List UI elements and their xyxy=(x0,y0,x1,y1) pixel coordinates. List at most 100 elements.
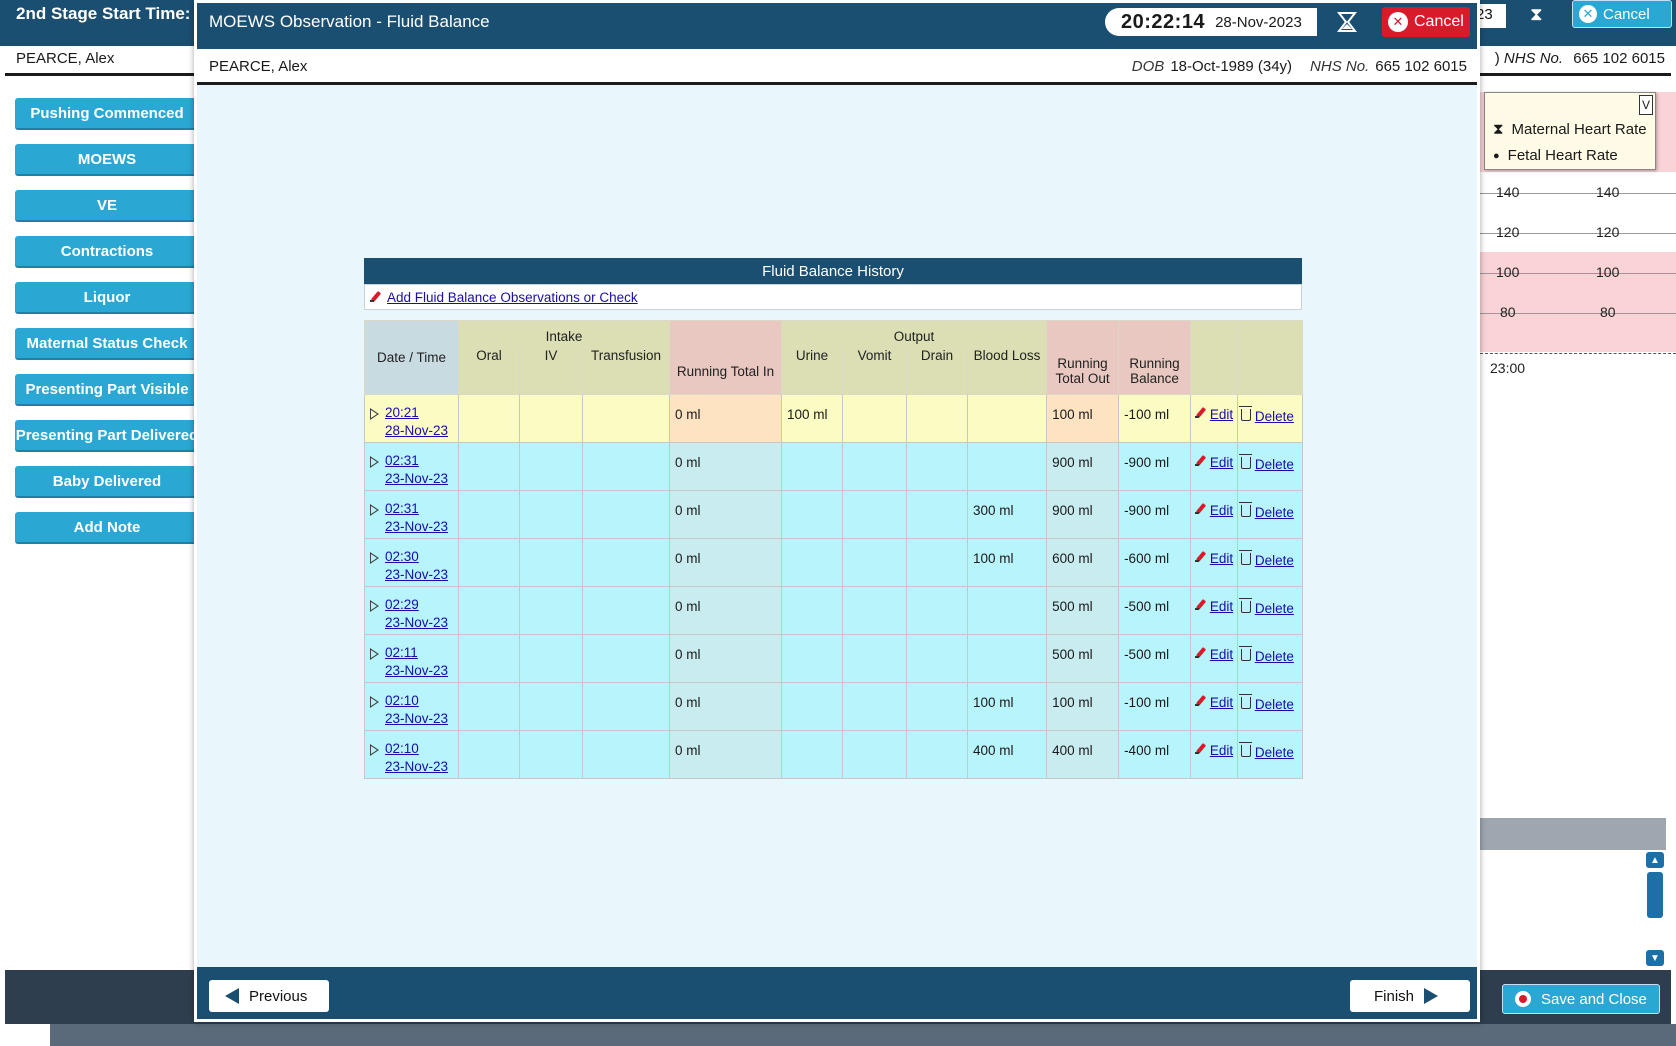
cell-delete: Delete xyxy=(1237,537,1304,587)
edit-link[interactable]: Edit xyxy=(1210,503,1233,518)
expand-row-icon[interactable] xyxy=(370,647,379,660)
sidebar-button-ve[interactable]: VE xyxy=(15,190,199,222)
trash-icon xyxy=(1239,597,1253,613)
table-row: 02:30 23-Nov-23 0 ml 100 ml 600 ml -600 ml Ed… xyxy=(364,537,1304,587)
edit-link[interactable]: Edit xyxy=(1210,599,1233,614)
edit-link[interactable]: Edit xyxy=(1210,695,1233,710)
delete-link[interactable]: Delete xyxy=(1255,505,1294,520)
close-icon: ✕ xyxy=(1388,12,1408,32)
background-scrollbar[interactable]: ▲ ▼ xyxy=(1646,852,1666,968)
edit-link[interactable]: Edit xyxy=(1210,647,1233,662)
sidebar-button-moews[interactable]: MOEWS xyxy=(15,144,199,176)
column-header-running-balance: Running Balance xyxy=(1118,320,1192,395)
cell-vomit xyxy=(842,537,908,587)
scroll-up-icon[interactable]: ▲ xyxy=(1646,852,1664,868)
expand-row-icon[interactable] xyxy=(370,695,379,708)
scroll-thumb[interactable] xyxy=(1647,872,1663,918)
row-time-link[interactable]: 02:11 xyxy=(385,645,418,660)
edit-link[interactable]: Edit xyxy=(1210,743,1233,758)
save-and-close-button[interactable]: Save and Close xyxy=(1502,984,1660,1014)
row-time-link[interactable]: 02:31 xyxy=(385,501,419,516)
cell-drain xyxy=(906,633,969,683)
cell-oral xyxy=(458,441,520,491)
edit-link[interactable]: Edit xyxy=(1210,551,1233,566)
cell-drain xyxy=(906,441,969,491)
cell-iv xyxy=(519,633,583,683)
finish-button[interactable]: Finish xyxy=(1350,980,1470,1012)
cell-running-in: 0 ml xyxy=(669,441,783,491)
delete-link[interactable]: Delete xyxy=(1255,745,1294,760)
cancel-button[interactable]: ✕ Cancel xyxy=(1382,7,1470,37)
row-date-link[interactable]: 23-Nov-23 xyxy=(385,759,448,774)
cell-date-time: 02:31 23-Nov-23 xyxy=(364,441,459,491)
delete-link[interactable]: Delete xyxy=(1255,409,1294,424)
delete-link[interactable]: Delete xyxy=(1255,553,1294,568)
cell-date-time: 02:30 23-Nov-23 xyxy=(364,537,459,587)
delete-link[interactable]: Delete xyxy=(1255,697,1294,712)
chart-tick-label: 100 xyxy=(1496,264,1520,280)
hourglass-filter-icon[interactable] xyxy=(1337,11,1357,33)
cell-running-out: 100 ml xyxy=(1046,681,1120,731)
scroll-down-icon[interactable]: ▼ xyxy=(1646,950,1664,966)
expand-row-icon[interactable] xyxy=(370,551,379,564)
column-header-blood-loss: Blood Loss xyxy=(967,346,1048,395)
background-filter-icon[interactable]: ⧗ xyxy=(1530,4,1543,25)
pencil-icon xyxy=(1194,743,1206,755)
delete-link[interactable]: Delete xyxy=(1255,601,1294,616)
row-time-link[interactable]: 02:10 xyxy=(385,693,419,708)
cell-date-time: 02:10 23-Nov-23 xyxy=(364,729,459,779)
observation-time: 20:22:14 xyxy=(1121,10,1206,33)
chart-time-label: 23:00 xyxy=(1490,360,1526,376)
legend-toggle-button[interactable]: V xyxy=(1639,95,1653,115)
sidebar-button-liquor[interactable]: Liquor xyxy=(15,282,199,314)
observation-datetime[interactable]: 20:22:14 28-Nov-2023 xyxy=(1105,8,1317,36)
delete-link[interactable]: Delete xyxy=(1255,649,1294,664)
expand-row-icon[interactable] xyxy=(370,503,379,516)
previous-button[interactable]: Previous xyxy=(209,980,329,1012)
row-date-link[interactable]: 23-Nov-23 xyxy=(385,471,448,486)
row-date-link[interactable]: 23-Nov-23 xyxy=(385,711,448,726)
row-time-link[interactable]: 02:30 xyxy=(385,549,419,564)
nhs-label: NHS No. xyxy=(1310,58,1370,75)
expand-row-icon[interactable] xyxy=(370,407,379,420)
sidebar-button-presenting-part-delivered[interactable]: Presenting Part Delivered xyxy=(15,420,199,452)
sidebar-button-presenting-part-visible[interactable]: Presenting Part Visible xyxy=(15,374,199,406)
cell-balance: -100 ml xyxy=(1118,393,1192,443)
row-date-link[interactable]: 23-Nov-23 xyxy=(385,567,448,582)
cell-oral xyxy=(458,729,520,779)
cell-delete: Delete xyxy=(1237,633,1304,683)
row-time-link[interactable]: 20:21 xyxy=(385,405,419,420)
cell-blood-loss: 100 ml xyxy=(967,681,1048,731)
edit-link[interactable]: Edit xyxy=(1210,455,1233,470)
row-date-link[interactable]: 23-Nov-23 xyxy=(385,519,448,534)
sidebar-button-baby-delivered[interactable]: Baby Delivered xyxy=(15,466,199,498)
delete-link[interactable]: Delete xyxy=(1255,457,1294,472)
cell-date-time: 02:11 23-Nov-23 xyxy=(364,633,459,683)
row-time-link[interactable]: 02:29 xyxy=(385,597,419,612)
edit-link[interactable]: Edit xyxy=(1210,407,1233,422)
row-date-link[interactable]: 23-Nov-23 xyxy=(385,615,448,630)
expand-row-icon[interactable] xyxy=(370,743,379,756)
row-time-link[interactable]: 02:31 xyxy=(385,453,419,468)
row-date-link[interactable]: 28-Nov-23 xyxy=(385,423,448,438)
sidebar-button-contractions[interactable]: Contractions xyxy=(15,236,199,268)
cell-oral xyxy=(458,489,520,539)
cell-edit: Edit xyxy=(1190,393,1239,443)
cell-date-time: 02:10 23-Nov-23 xyxy=(364,681,459,731)
background-cancel-button[interactable]: ✕ Cancel xyxy=(1572,0,1672,28)
sidebar-button-add-note[interactable]: Add Note xyxy=(15,512,199,544)
row-time-link[interactable]: 02:10 xyxy=(385,741,419,756)
patient-name: PEARCE, Alex xyxy=(209,58,308,75)
chart-gridline xyxy=(1480,353,1676,354)
cell-oral xyxy=(458,537,520,587)
expand-row-icon[interactable] xyxy=(370,599,379,612)
cell-urine xyxy=(781,633,844,683)
pencil-icon xyxy=(1194,647,1206,659)
cell-drain xyxy=(906,489,969,539)
expand-row-icon[interactable] xyxy=(370,455,379,468)
row-date-link[interactable]: 23-Nov-23 xyxy=(385,663,448,678)
sidebar-button-maternal-status-check[interactable]: Maternal Status Check xyxy=(15,328,199,360)
cell-urine xyxy=(781,489,844,539)
sidebar-button-pushing-commenced[interactable]: Pushing Commenced xyxy=(15,98,199,130)
add-observation-link[interactable]: Add Fluid Balance Observations or Check xyxy=(387,290,638,305)
